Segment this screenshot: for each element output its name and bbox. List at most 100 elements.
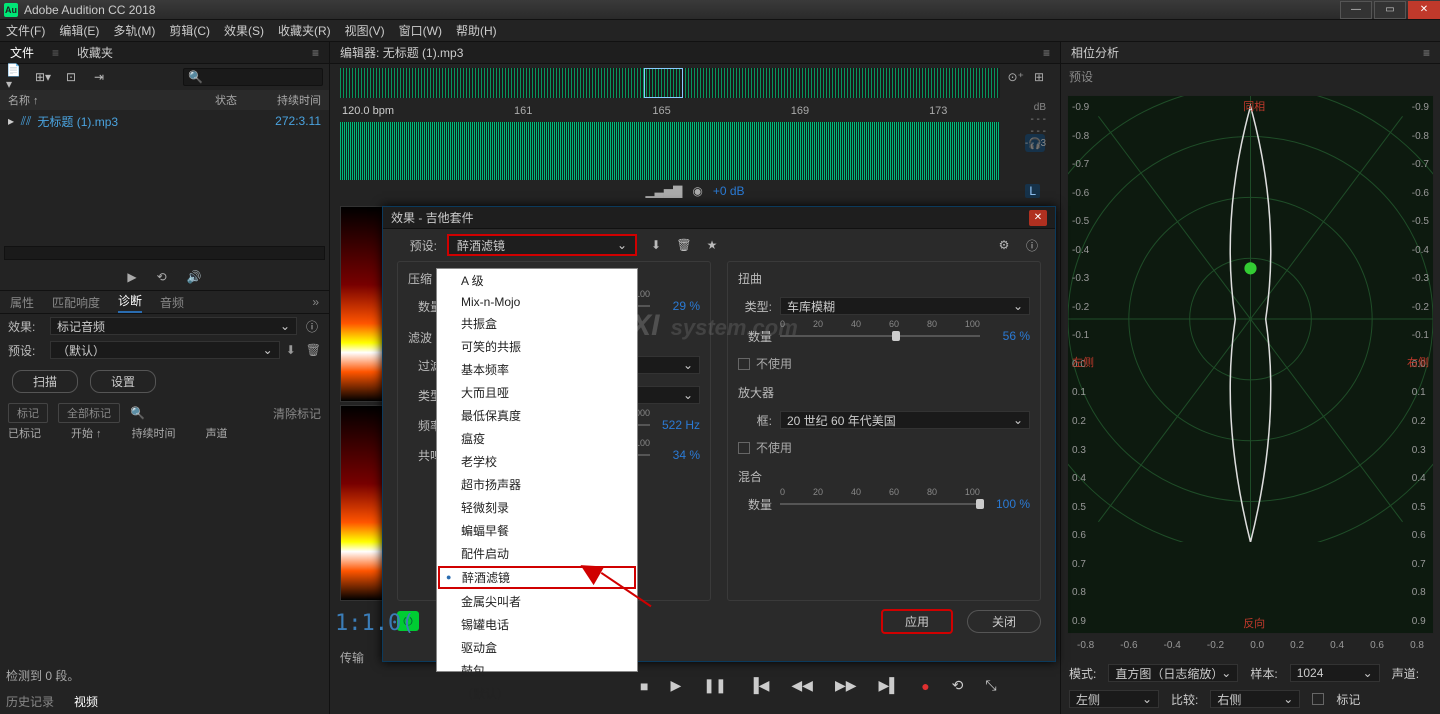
open-file-icon[interactable]: 📄▾	[6, 69, 24, 85]
star-preset-icon[interactable]: ★	[703, 236, 721, 254]
amp-nouse-checkbox[interactable]	[738, 442, 750, 454]
tab-diagnostics[interactable]: 诊断	[118, 292, 142, 313]
main-waveform[interactable]	[340, 122, 1000, 180]
distort-nouse-checkbox[interactable]	[738, 358, 750, 370]
fx-select[interactable]: 标记音频⌄	[50, 317, 297, 335]
play-icon[interactable]: ▶	[127, 270, 136, 284]
distort-slider[interactable]: 020406080100	[780, 329, 980, 343]
dropdown-item[interactable]: 金属尖叫者	[437, 590, 637, 613]
dropdown-item[interactable]: 超市扬声器	[437, 473, 637, 496]
pause-icon[interactable]: ❚❚	[703, 677, 726, 694]
dlg-preset-select[interactable]: 醉酒滤镜⌄	[447, 234, 637, 256]
record-icon[interactable]: ⊡	[62, 69, 80, 85]
menu-edit[interactable]: 编辑(E)	[59, 22, 99, 39]
dropdown-item[interactable]: 轻微刻录	[437, 496, 637, 519]
dropdown-item[interactable]: （默认）	[437, 682, 637, 705]
tab-video[interactable]: 视频	[74, 693, 98, 710]
menu-multitrack[interactable]: 多轨(M)	[113, 22, 155, 39]
mark-checkbox[interactable]	[1312, 693, 1324, 705]
cmp-select[interactable]: 右侧⌄	[1210, 690, 1300, 708]
tab-properties[interactable]: 属性	[10, 294, 34, 311]
channel-L[interactable]: L	[1025, 184, 1040, 198]
close-dialog-button[interactable]: 关闭	[967, 610, 1041, 633]
play-icon[interactable]: ▶	[670, 677, 681, 694]
new-multitrack-icon[interactable]: ⊞▾	[34, 69, 52, 85]
dropdown-item[interactable]: 锡罐电话	[437, 613, 637, 636]
vol-knob-icon[interactable]: ◉	[692, 184, 702, 198]
col-duration[interactable]: 持续时间	[277, 92, 321, 108]
phase-scope[interactable]: -0.9-0.8-0.7-0.6-0.5-0.4-0.3-0.2-0.10.00…	[1067, 95, 1434, 634]
delete-preset-icon[interactable]: 🗑	[306, 343, 321, 357]
info-icon[interactable]: ⓘ	[303, 318, 321, 334]
editor-menu-icon[interactable]: ≡	[1043, 46, 1050, 60]
loop-icon[interactable]: ⟲	[157, 270, 167, 284]
tab-loudness[interactable]: 匹配响度	[52, 294, 100, 311]
menu-window[interactable]: 窗口(W)	[399, 22, 442, 39]
grid-icon[interactable]: ⊞	[1034, 70, 1044, 84]
settings-icon[interactable]: ⚙	[995, 236, 1013, 254]
zoom-icon[interactable]: ⊙⁺	[1008, 70, 1024, 84]
maximize-button[interactable]: ▭	[1374, 1, 1406, 19]
menu-effects[interactable]: 效果(S)	[224, 22, 264, 39]
loop-icon[interactable]: ⟲	[952, 677, 964, 694]
forward-icon[interactable]: ▶▶	[835, 677, 857, 694]
dropdown-item[interactable]: A 级	[437, 269, 637, 292]
col-name[interactable]: 名称 ↑	[8, 92, 39, 108]
skip-end-icon[interactable]: ▶▌	[879, 677, 900, 694]
more-tabs-icon[interactable]: »	[312, 295, 319, 309]
dropdown-item[interactable]: 可笑的共振	[437, 335, 637, 358]
amp-box-select[interactable]: 20 世纪 60 年代美国⌄	[780, 411, 1030, 429]
clear-markers[interactable]: 清除标记	[273, 405, 321, 422]
skip-selection-icon[interactable]: ⤡	[985, 677, 996, 694]
apply-button[interactable]: 应用	[881, 609, 953, 634]
preset-dropdown-list[interactable]: A 级Mix-n-Mojo共振盒可笑的共振基本频率大而且哑最低保真度瘟疫老学校超…	[436, 268, 638, 672]
distort-type-select[interactable]: 车库模糊⌄	[780, 297, 1030, 315]
skip-start-icon[interactable]: ▐◀	[749, 677, 770, 694]
dialog-close-icon[interactable]: ✕	[1029, 210, 1047, 226]
minimize-button[interactable]: —	[1340, 1, 1372, 19]
col-status[interactable]: 状态	[215, 92, 237, 108]
chip-mark-all[interactable]: 全部标记	[58, 403, 120, 423]
import-icon[interactable]: ⇥	[90, 69, 108, 85]
timeline-ruler[interactable]: 120.0 bpm 161 165 169 173	[330, 100, 1060, 122]
dropdown-item[interactable]: 鼓包	[437, 659, 637, 682]
tab-favorites[interactable]: 收藏夹	[77, 44, 113, 61]
mode-select[interactable]: 直方图（日志缩放）⌄	[1108, 664, 1238, 682]
menu-file[interactable]: 文件(F)	[6, 22, 45, 39]
tab-files[interactable]: 文件	[10, 44, 34, 61]
file-row[interactable]: ▸ ⫽⫽ 无标题 (1).mp3 272:3.11	[0, 110, 329, 132]
panel-menu-icon[interactable]: ≡	[312, 46, 319, 60]
save-preset-icon[interactable]: ⬇	[647, 236, 665, 254]
dropdown-item[interactable]: 老学校	[437, 450, 637, 473]
chan-select[interactable]: 左侧⌄	[1069, 690, 1159, 708]
search-markers-icon[interactable]: 🔍	[130, 406, 145, 420]
tab-audio[interactable]: 音频	[160, 294, 184, 311]
files-search-input[interactable]: 🔍	[183, 68, 323, 86]
phase-menu-icon[interactable]: ≡	[1423, 46, 1430, 60]
save-preset-icon[interactable]: ⬇	[286, 343, 296, 357]
dropdown-item[interactable]: 蝙蝠早餐	[437, 519, 637, 542]
menu-favorites[interactable]: 收藏夹(R)	[278, 22, 331, 39]
dropdown-item[interactable]: 驱动盒	[437, 636, 637, 659]
mix-slider[interactable]: 020406080100	[780, 497, 980, 511]
dropdown-item[interactable]: 瘟疫	[437, 427, 637, 450]
gain-value[interactable]: +0 dB	[713, 184, 745, 198]
menu-help[interactable]: 帮助(H)	[456, 22, 497, 39]
dropdown-item[interactable]: 基本频率	[437, 358, 637, 381]
scan-button[interactable]: 扫描	[12, 370, 78, 393]
autoplay-icon[interactable]: 🔊	[187, 270, 202, 284]
menu-clip[interactable]: 剪辑(C)	[169, 22, 210, 39]
settings-button[interactable]: 设置	[90, 370, 156, 393]
tab-history[interactable]: 历史记录	[6, 693, 54, 710]
dropdown-item[interactable]: 最低保真度	[437, 404, 637, 427]
preset-select[interactable]: （默认）⌄	[50, 341, 280, 359]
sample-select[interactable]: 1024⌄	[1290, 664, 1380, 682]
dropdown-item[interactable]: 共振盒	[437, 312, 637, 335]
chip-mark[interactable]: 标记	[8, 403, 48, 423]
trash-preset-icon[interactable]: 🗑	[675, 236, 693, 254]
dropdown-item[interactable]: Mix-n-Mojo	[437, 292, 637, 312]
dropdown-item[interactable]: 大而且哑	[437, 381, 637, 404]
info-icon[interactable]: ⓘ	[1023, 236, 1041, 254]
overview-waveform[interactable]	[340, 68, 1000, 98]
menu-view[interactable]: 视图(V)	[345, 22, 385, 39]
